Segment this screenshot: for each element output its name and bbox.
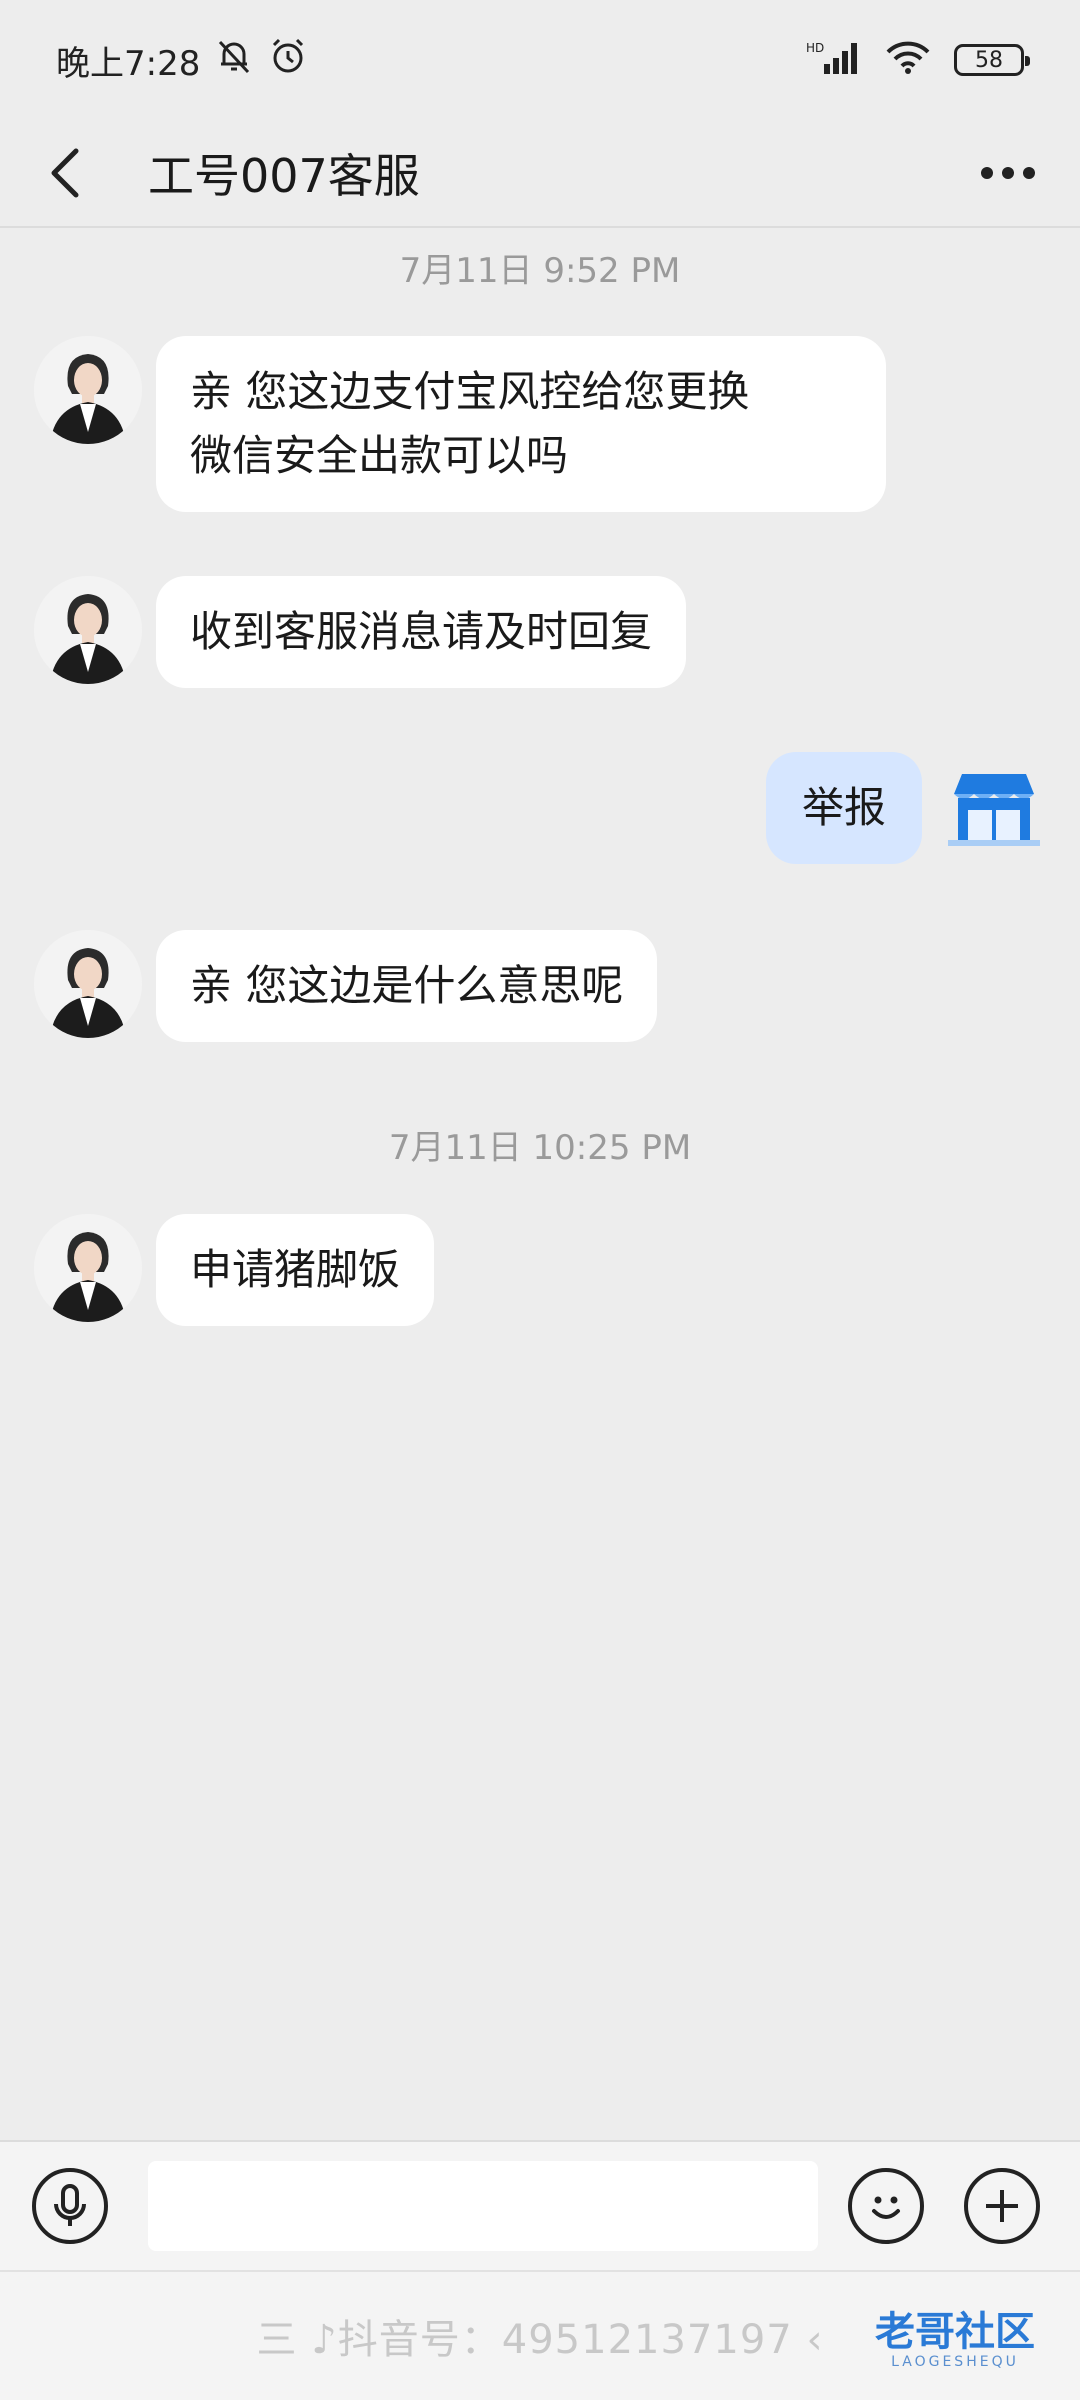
shop-avatar-icon[interactable] xyxy=(944,758,1044,858)
community-logo: 老哥社区 LAOGESHEQU xyxy=(850,2302,1060,2378)
message-row: 收到客服消息请及时回复 xyxy=(34,576,687,688)
chat-header: 工号007客服 xyxy=(0,120,1080,228)
smiley-icon xyxy=(872,2196,900,2219)
alarm-icon xyxy=(268,36,308,85)
message-row: 亲 您这边支付宝风控给您更换 微信安全出款可以吗 xyxy=(34,336,886,512)
wifi-icon xyxy=(884,40,932,80)
input-bar xyxy=(0,2140,1080,2270)
add-attachment-button[interactable] xyxy=(964,2168,1040,2244)
microphone-icon xyxy=(54,2184,86,2226)
navigation-bar: 三 ♪抖音号：49512137197 ‹ 老哥社区 LAOGESHEQU xyxy=(0,2270,1080,2400)
agent-avatar[interactable] xyxy=(34,336,142,444)
mute-bell-icon xyxy=(214,36,254,85)
message-row-outgoing: 举报 xyxy=(765,752,1044,864)
outgoing-message-bubble[interactable]: 举报 xyxy=(765,752,922,864)
status-bar: 晚上7:28 HD 58 xyxy=(0,0,1080,120)
incoming-message-bubble[interactable]: 亲 您这边支付宝风控给您更换 微信安全出款可以吗 xyxy=(156,336,886,512)
status-right: HD 58 xyxy=(806,40,1030,80)
status-left: 晚上7:28 xyxy=(56,36,308,85)
agent-avatar[interactable] xyxy=(34,576,142,684)
clock: 晚上7:28 xyxy=(56,43,201,84)
message-row: 亲 您这边是什么意思呢 xyxy=(34,930,658,1042)
page-title: 工号007客服 xyxy=(148,149,420,203)
logo-subtext: LAOGESHEQU xyxy=(891,2354,1019,2370)
back-arrow-icon[interactable] xyxy=(40,143,92,203)
more-options-icon[interactable] xyxy=(976,153,1040,193)
message-input[interactable] xyxy=(148,2161,818,2251)
battery-icon: 58 xyxy=(954,44,1030,76)
voice-input-button[interactable] xyxy=(32,2168,108,2244)
timestamp: 7月11日 9:52 PM xyxy=(399,251,681,291)
signal-icon: HD xyxy=(806,40,862,80)
incoming-message-bubble[interactable]: 申请猪脚饭 xyxy=(156,1214,435,1326)
plus-icon xyxy=(986,2190,1018,2222)
network-label: HD xyxy=(806,41,824,55)
incoming-message-bubble[interactable]: 亲 您这边是什么意思呢 xyxy=(156,930,658,1042)
agent-avatar[interactable] xyxy=(34,930,142,1038)
agent-avatar[interactable] xyxy=(34,1214,142,1322)
emoji-button[interactable] xyxy=(848,2168,924,2244)
timestamp: 7月11日 10:25 PM xyxy=(388,1128,692,1168)
watermark-text: 三 ♪抖音号：49512137197 ‹ xyxy=(256,2317,824,2363)
logo-text: 老哥社区 xyxy=(875,2309,1035,2355)
message-row: 申请猪脚饭 xyxy=(34,1214,435,1326)
battery-level: 58 xyxy=(975,47,1003,73)
incoming-message-bubble[interactable]: 收到客服消息请及时回复 xyxy=(156,576,687,688)
